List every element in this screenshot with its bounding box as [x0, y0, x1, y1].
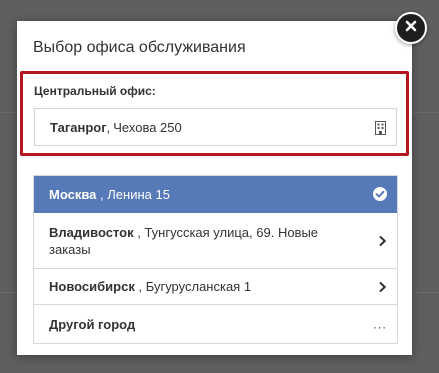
office-city: Москва	[49, 186, 97, 202]
office-address: Ленина 15	[107, 186, 170, 202]
central-office-section: Центральный офис: Таганрог , Чехова 250	[20, 71, 409, 156]
central-office-city: Таганрог	[50, 119, 107, 135]
office-separator: ,	[133, 224, 141, 240]
close-button[interactable]	[395, 12, 427, 44]
office-item-novosibirsk[interactable]: Новосибирск , Бугурусланская 1	[34, 269, 397, 305]
office-item-moscow[interactable]: Москва , Ленина 15	[34, 176, 397, 213]
check-circle-icon	[373, 187, 387, 201]
office-separator: ,	[96, 186, 104, 202]
office-city: Другой город	[49, 316, 136, 332]
central-office-label: Центральный офис:	[34, 84, 156, 98]
dialog-title: Выбор офиса обслуживания	[33, 39, 246, 56]
office-city: Новосибирск	[49, 279, 135, 294]
central-office-field[interactable]: Таганрог , Чехова 250	[34, 108, 397, 146]
office-address: Бугурусланская 1	[145, 279, 252, 294]
office-item-vladivostok[interactable]: Владивосток , Тунгусская улица, 69. Новы…	[34, 213, 397, 269]
central-office-separator: ,	[106, 119, 111, 135]
office-select-dialog: Выбор офиса обслуживания Центральный офи…	[17, 21, 412, 355]
chevron-right-icon	[379, 235, 387, 246]
chevron-right-icon	[379, 281, 387, 292]
office-city: Владивосток	[49, 224, 134, 240]
office-separator: ,	[134, 279, 143, 294]
office-list: Москва , Ленина 15 Владивосток , Тунгусс…	[33, 175, 398, 344]
building-icon	[375, 121, 386, 135]
office-item-other-city[interactable]: Другой город ...	[34, 305, 397, 344]
close-icon	[405, 19, 417, 37]
ellipsis-icon: ...	[373, 316, 387, 332]
central-office-address: Чехова 250	[113, 119, 182, 135]
